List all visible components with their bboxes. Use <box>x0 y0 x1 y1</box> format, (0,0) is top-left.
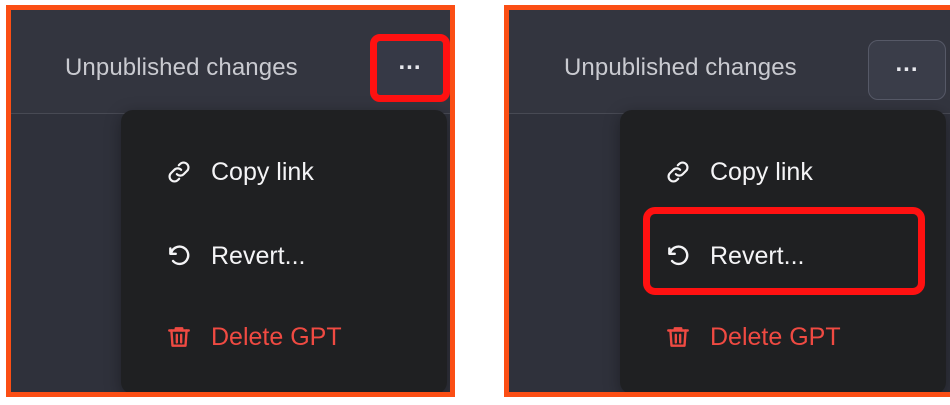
copy-link-label: Copy link <box>710 157 813 186</box>
revert-icon <box>664 242 692 270</box>
options-menu: Copy link Revert... Delete GPT <box>121 110 447 392</box>
delete-gpt-label: Delete GPT <box>710 322 841 351</box>
more-options-button[interactable]: ... <box>868 40 946 100</box>
revert-menu-item[interactable]: Revert... <box>664 232 804 280</box>
delete-gpt-menu-item[interactable]: Delete GPT <box>664 313 841 361</box>
revert-label: Revert... <box>211 241 306 270</box>
revert-menu-item[interactable]: Revert... <box>165 232 305 280</box>
left-panel: Unpublished changes ... Copy link Revert… <box>6 5 455 397</box>
revert-label: Revert... <box>710 241 805 270</box>
copy-link-label: Copy link <box>211 157 314 186</box>
ellipsis-icon: ... <box>895 50 919 77</box>
trash-icon <box>664 323 692 351</box>
ellipsis-icon: ... <box>398 48 422 75</box>
link-icon <box>165 158 193 186</box>
unpublished-status-text: Unpublished changes <box>65 54 298 81</box>
screenshot-stage: Unpublished changes ... Copy link Revert… <box>0 0 950 405</box>
copy-link-menu-item[interactable]: Copy link <box>664 148 813 196</box>
trash-icon <box>165 323 193 351</box>
right-panel: Unpublished changes ... Copy link Revert… <box>504 5 950 397</box>
link-icon <box>664 158 692 186</box>
more-options-button[interactable]: ... <box>370 34 450 102</box>
unpublished-status-text: Unpublished changes <box>564 54 797 81</box>
revert-icon <box>165 242 193 270</box>
copy-link-menu-item[interactable]: Copy link <box>165 148 314 196</box>
options-menu: Copy link Revert... Delete GPT <box>620 110 946 392</box>
delete-gpt-label: Delete GPT <box>211 322 342 351</box>
delete-gpt-menu-item[interactable]: Delete GPT <box>165 313 342 361</box>
